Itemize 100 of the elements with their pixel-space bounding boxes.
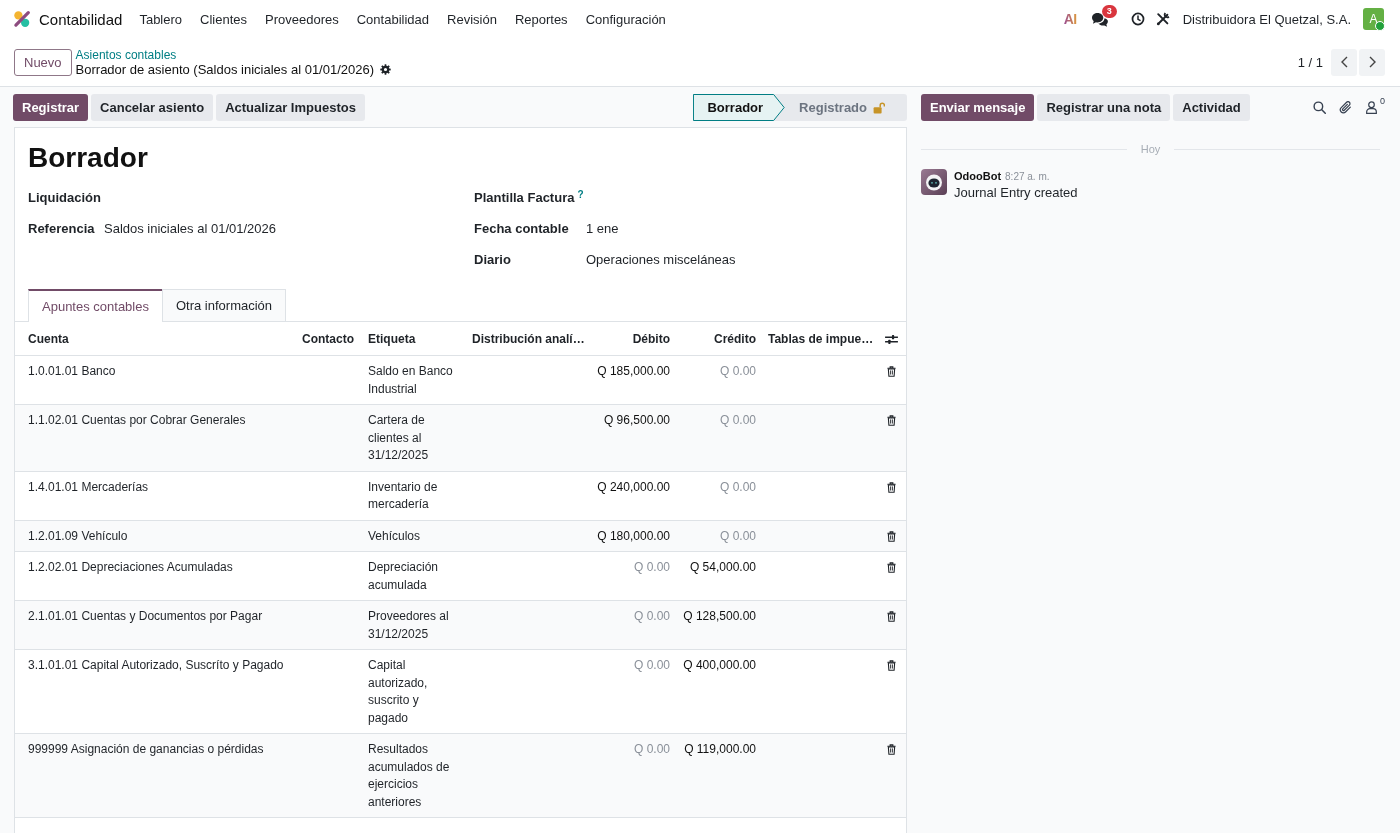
field-value[interactable]: Saldos iniciales al 01/01/2026 [104,221,474,236]
label-cell: Resultados acumulados de ejercicios anteriores [362,733,466,818]
action-button[interactable]: Registrar [13,94,89,121]
ai-button[interactable]: AI [1061,11,1079,27]
field-value[interactable]: 1 ene [586,221,893,236]
label-cell: Capital autorizado, suscrito y pagado [362,649,466,734]
field-label: Fecha contable [474,221,569,236]
account-cell: 1.0.01.01 Banco [15,355,296,405]
menu-item[interactable]: Reportes [505,4,577,34]
action-button[interactable]: Actualizar Impuestos [216,94,365,121]
trash-icon[interactable] [886,481,896,493]
tab[interactable]: Apuntes contables [28,289,163,322]
account-cell: 1.2.02.01 Depreciaciones Acumuladas [15,551,296,601]
menu-item[interactable]: Revisión [438,4,506,34]
table-row[interactable]: 999999 Asignación de ganancias o pérdidas Resultados acumulados de ejercicios anteriores Q 0.00 Q 119,000.00 [15,733,906,818]
table-row[interactable]: 1.2.02.01 Depreciaciones Acumuladas Depreciación acumulada Q 0.00 Q 54,000.00 [15,551,906,601]
help-tooltip-mark[interactable]: ? [577,190,584,200]
robot-icon [921,169,947,195]
credit-cell: Q 119,000.00 [676,733,762,818]
table-row[interactable]: 2.1.01.01 Cuentas y Documentos por Pagar Proveedores al 31/12/2025 Q 0.00 Q 128,500.00 [15,600,906,650]
next-button[interactable] [1359,48,1385,76]
message-body: Journal Entry created [954,184,1078,202]
trash-icon[interactable] [886,415,896,426]
menu-item[interactable]: Tablero [130,4,192,34]
credit-cell: Q 0.00 [676,520,762,552]
sliders-icon[interactable] [884,333,898,345]
chat-icon[interactable] [1090,11,1109,27]
search-icon[interactable] [1313,101,1326,114]
label-cell: Cartera de clientes al 31/12/2025 [362,404,466,471]
new-button[interactable]: Nuevo [14,48,72,76]
table-row[interactable]: 3.1.01.01 Capital Autorizado, Suscríto y Pagado Capital autorizado, suscrito y pagado Q 0.00 Q 400,000.00 [15,649,906,734]
trash-icon[interactable] [886,660,896,671]
chatter-button[interactable]: Registrar una nota [1037,94,1171,121]
record-status-title: Borrador [27,141,149,175]
action-button[interactable]: Cancelar asiento [91,94,214,121]
menu-item[interactable]: Proveedores [256,4,348,34]
breadcrumb-link[interactable]: Asientos contables [75,47,392,62]
column-header[interactable]: Débito [590,322,676,356]
trash-icon[interactable] [886,366,896,377]
table-row[interactable]: 1.0.01.01 Banco Saldo en Banco Industrial Q 185,000.00 Q 0.00 [15,355,906,405]
debit-cell: Q 0.00 [590,649,676,734]
status-step[interactable]: Registrado [785,94,907,121]
previous-button[interactable] [1331,48,1357,76]
chevron-right-icon [1368,56,1376,68]
column-header[interactable]: Crédito [676,322,762,356]
message-author[interactable]: OdooBot [954,169,1002,184]
trash-icon[interactable] [886,744,896,755]
person-icon[interactable] [1365,101,1378,114]
date-separator: Hoy [1140,143,1161,155]
credit-cell: Q 0.00 [676,355,762,405]
label-cell: Vehículos [362,520,466,552]
label-cell: Inventario de mercadería [362,471,466,520]
account-cell: 1.1.02.01 Cuentas por Cobrar Generales [15,404,296,471]
status-step[interactable]: Borrador [693,94,786,121]
pager-value[interactable]: 1 / 1 [1297,54,1323,70]
trash-icon[interactable] [886,562,896,573]
field-label: Plantilla Factura [474,190,575,205]
chatter-button[interactable]: Actividad [1173,94,1250,121]
label-cell: Proveedores al 31/12/2025 [362,600,466,650]
trash-icon[interactable] [886,530,896,542]
column-header[interactable]: Distribución analí… [466,322,590,356]
record-title: Borrador de asiento (Saldos iniciales al 01/01/2026) [75,61,375,78]
table-row[interactable]: 1.2.01.09 Vehículo Vehículos Q 180,000.00 Q 0.00 [15,520,906,552]
company-switcher[interactable]: Distribuidora El Quetzal, S.A. [1182,11,1351,27]
tools-icon[interactable] [1155,12,1170,26]
tab[interactable]: Otra información [161,289,287,321]
table-row[interactable]: 1.1.02.01 Cuentas por Cobrar Generales Cartera de clientes al 31/12/2025 Q 96,500.00 Q 0.00 [15,404,906,471]
debit-cell: Q 0.00 [590,733,676,818]
chatter-button[interactable]: Enviar mensaje [921,94,1035,121]
column-header[interactable]: Cuenta [15,322,296,356]
debit-cell: Q 180,000.00 [590,520,676,552]
credit-cell: Q 0.00 [676,404,762,471]
chevron-left-icon [1340,56,1348,68]
debit-cell: Q 96,500.00 [590,404,676,471]
menu-item[interactable]: Configuración [576,4,675,34]
menu-item[interactable]: Clientes [191,4,256,34]
credit-cell: Q 54,000.00 [676,551,762,601]
label-cell: Saldo en Banco Industrial [362,355,466,405]
field-value[interactable]: Operaciones misceláneas [586,252,893,267]
trash-icon[interactable] [886,611,896,622]
gear-icon[interactable] [380,64,392,75]
column-header[interactable]: Tablas de impue… [762,322,876,356]
app-logo-icon[interactable] [13,10,31,28]
credit-cell: Q 128,500.00 [676,600,762,650]
column-header[interactable]: Etiqueta [362,322,466,356]
debit-cell: Q 0.00 [590,600,676,650]
table-row[interactable]: 1.4.01.01 Mercaderías Inventario de mercadería Q 240,000.00 Q 0.00 [15,471,906,520]
clock-icon[interactable] [1130,12,1145,26]
app-name[interactable]: Contabilidad [39,10,123,28]
account-cell: 999999 Asignación de ganancias o pérdidas [15,733,296,818]
message-time: 8:27 a. m. [1005,170,1050,184]
menu-item[interactable]: Contabilidad [347,4,438,34]
column-header[interactable]: Contacto [296,322,362,356]
field-label: Referencia [28,221,96,236]
account-cell: 2.1.01.01 Cuentas y Documentos por Pagar [15,600,296,650]
paperclip-icon[interactable] [1339,101,1352,114]
field-label: Diario [474,252,511,267]
debit-cell: Q 0.00 [590,551,676,601]
unread-count-badge: 3 [1101,4,1117,18]
debit-cell: Q 240,000.00 [590,471,676,520]
